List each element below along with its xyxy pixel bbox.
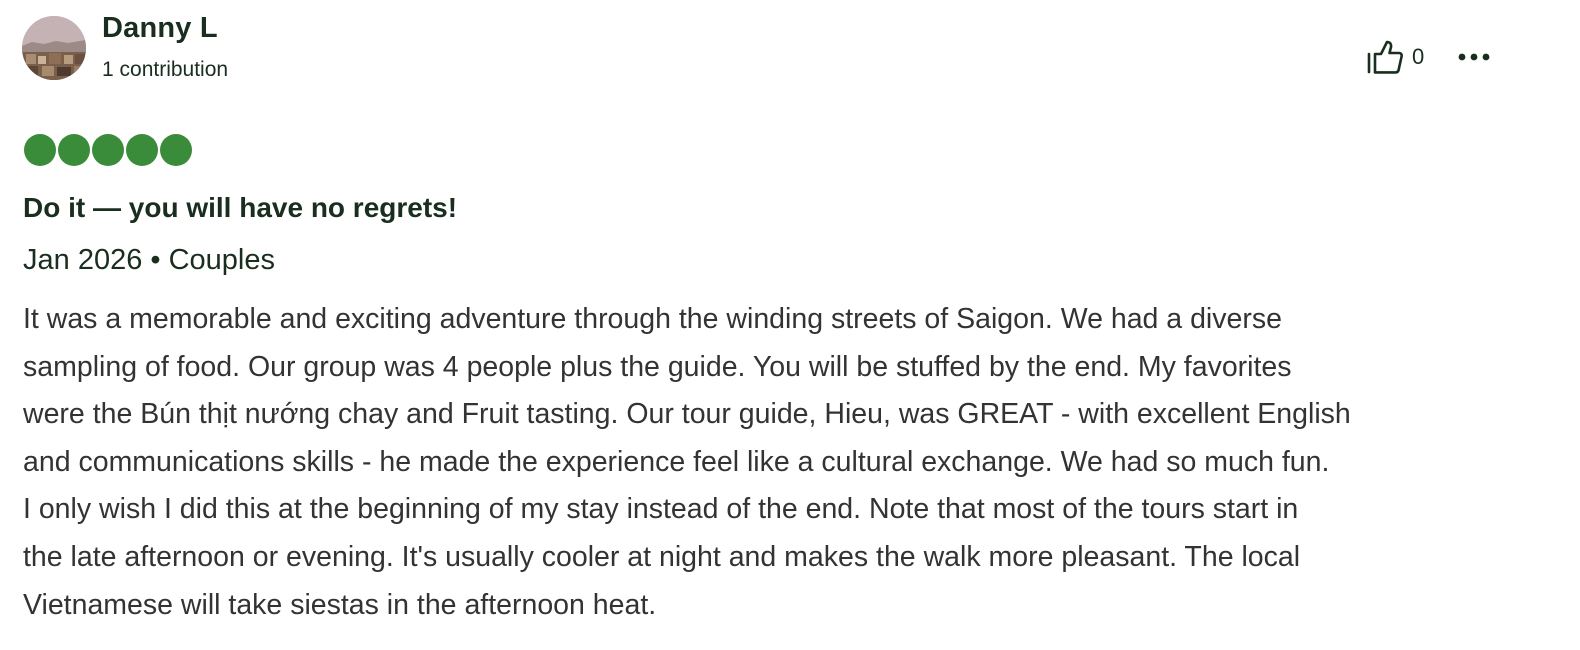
review-body-line: sampling of food. Our group was 4 people… [23,350,1292,383]
rating-bubble-filled [92,134,124,166]
review-body: It was a memorable and exciting adventur… [23,296,1533,629]
review-actions: 0 [1366,38,1490,76]
review-body-line: the late afternoon or evening. It's usua… [23,540,1301,573]
rating-bubble-filled [126,134,158,166]
thumbs-up-icon [1367,40,1403,74]
review-title[interactable]: Do it — you will have no regrets! [23,192,457,224]
contribution-count: 1 contribution [102,58,229,81]
more-options-button[interactable] [1456,46,1492,68]
more-options-icon [1458,53,1490,61]
user-name[interactable]: Danny L [102,12,218,45]
review-body-line: and communications skills - he made the … [23,445,1330,478]
helpful-count: 0 [1412,44,1425,69]
review-body-line: Vietnamese will take siestas in the afte… [23,588,657,621]
review-meta: Jan 2026 • Couples [23,244,275,276]
helpful-vote-button[interactable]: 0 [1366,39,1424,75]
rating-bubble-filled [160,134,192,166]
review-card: Danny L 1 contribution 0 Do it — you wil… [0,0,1580,650]
review-body-line: I only wish I did this at the beginning … [23,493,1299,526]
avatar-photo [22,16,86,80]
rating-bubble-filled [58,134,90,166]
rating-bubbles [24,134,194,166]
user-avatar[interactable] [22,16,86,80]
review-body-line: were the Bún thịt nướng chay and Fruit t… [23,398,1351,431]
review-body-line: It was a memorable and exciting adventur… [23,303,1282,335]
rating-bubble-filled [24,134,56,166]
